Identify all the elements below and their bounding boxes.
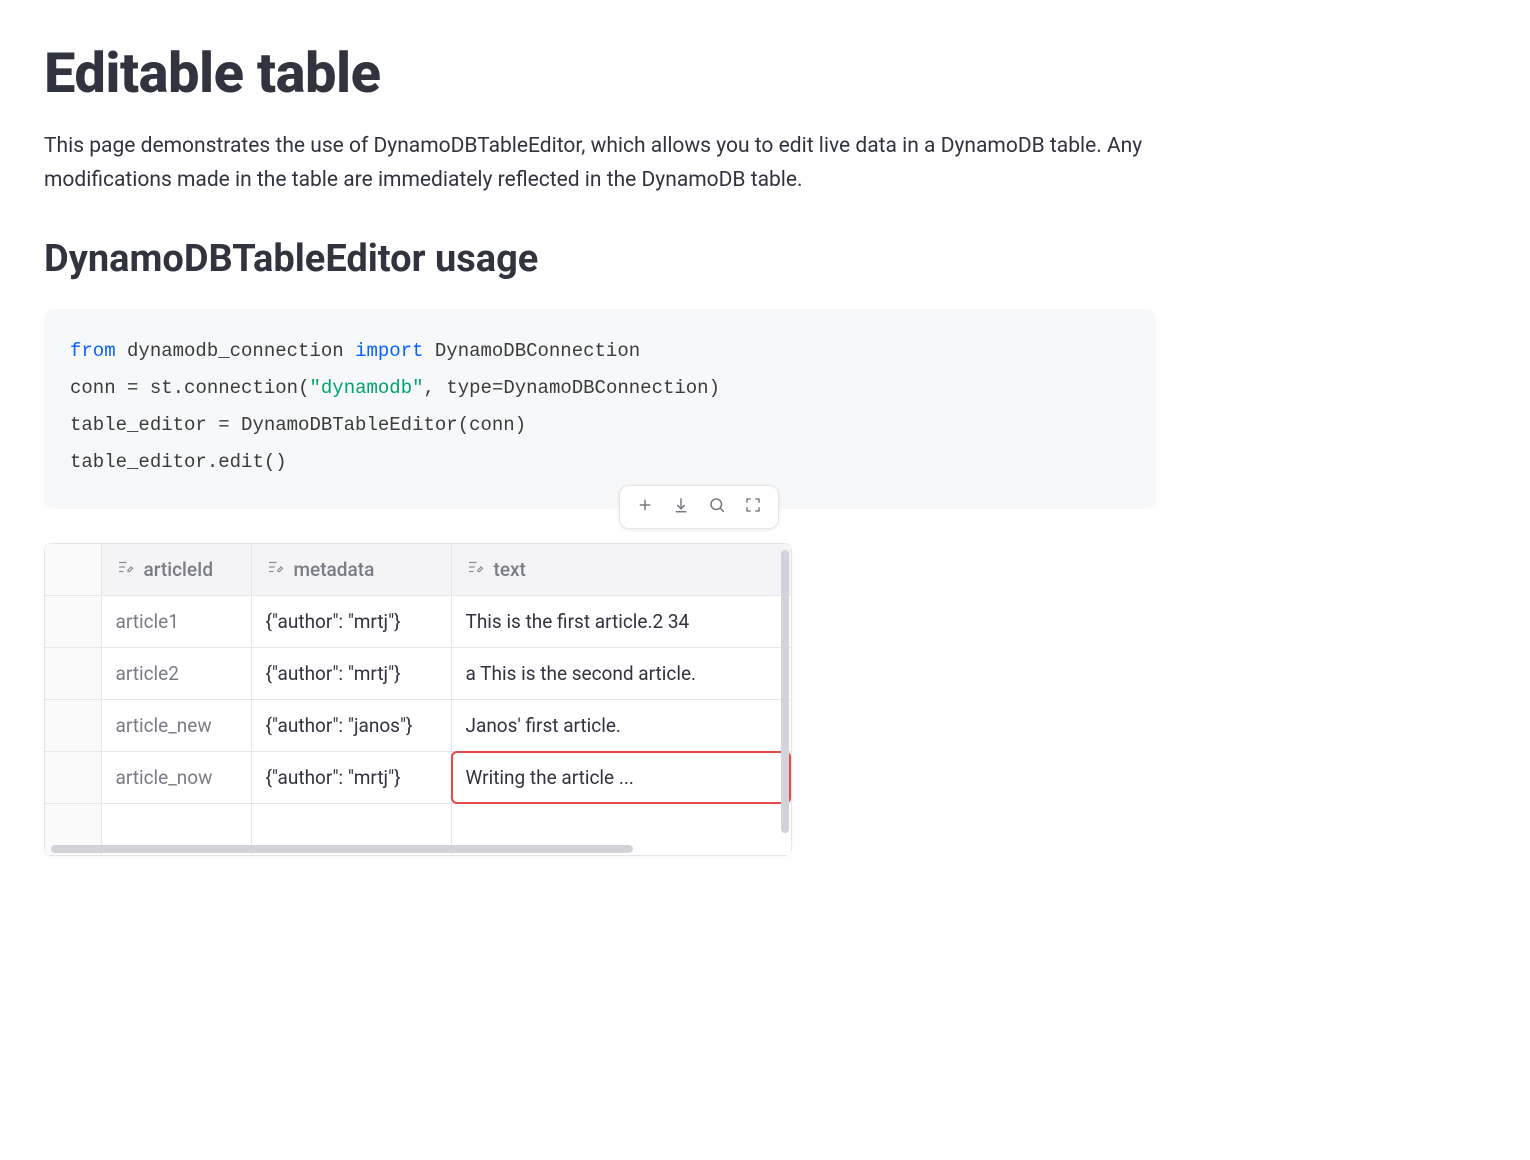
- row-number-cell[interactable]: [45, 700, 101, 752]
- cell-metadata[interactable]: {"author": "mrtj"}: [251, 648, 451, 700]
- code-punc: (: [264, 451, 275, 473]
- cell-metadata[interactable]: {"author": "mrtj"}: [251, 596, 451, 648]
- search-icon: [708, 496, 726, 518]
- download-icon: [672, 496, 690, 518]
- code-punc: ,: [424, 377, 435, 399]
- cell-metadata[interactable]: {"author": "janos"}: [251, 700, 451, 752]
- table-row: article_new{"author": "janos"}Janos' fir…: [45, 700, 791, 752]
- code-string: "dynamodb": [309, 377, 423, 399]
- add-row-button[interactable]: [630, 492, 660, 522]
- code-punc: .: [207, 451, 218, 473]
- horizontal-scrollbar[interactable]: [51, 845, 773, 853]
- cell-text[interactable]: This is the first article.2 34: [451, 596, 791, 648]
- code-punc: ): [709, 377, 720, 399]
- table-row: article_now{"author": "mrtj"}Writing the…: [45, 752, 791, 804]
- code-id: st: [138, 377, 172, 399]
- table-header-row: articleId metadata: [45, 544, 791, 596]
- fullscreen-icon: [744, 496, 762, 518]
- code-id: conn: [469, 414, 515, 436]
- code-module: dynamodb_connection: [116, 340, 355, 362]
- code-class: DynamoDBConnection: [423, 340, 640, 362]
- column-header-metadata[interactable]: metadata: [251, 544, 451, 596]
- horizontal-scrollbar-thumb[interactable]: [51, 845, 633, 853]
- code-eq: =: [127, 377, 138, 399]
- vertical-scrollbar[interactable]: [781, 550, 789, 833]
- row-number-cell[interactable]: [45, 752, 101, 804]
- section-heading: DynamoDBTableEditor usage: [44, 237, 1156, 281]
- editable-column-icon: [466, 558, 484, 581]
- intro-paragraph: This page demonstrates the use of Dynamo…: [44, 130, 1144, 197]
- code-keyword-import: import: [355, 340, 423, 362]
- cell-articleId[interactable]: article_now: [101, 752, 251, 804]
- code-id: table_editor: [70, 414, 218, 436]
- download-button[interactable]: [666, 492, 696, 522]
- code-id: conn: [70, 377, 127, 399]
- column-header-text[interactable]: text: [451, 544, 791, 596]
- code-punc: (: [298, 377, 309, 399]
- cell-text[interactable]: Janos' first article.: [451, 700, 791, 752]
- code-punc: .: [173, 377, 184, 399]
- column-header-articleId[interactable]: articleId: [101, 544, 251, 596]
- column-header-label: text: [494, 558, 526, 581]
- code-punc: (: [458, 414, 469, 436]
- code-eq: =: [492, 377, 503, 399]
- cell-metadata[interactable]: {"author": "mrtj"}: [251, 752, 451, 804]
- code-id: table_editor: [70, 451, 207, 473]
- page-title: Editable table: [44, 40, 1156, 106]
- cell-text[interactable]: a This is the second article.: [451, 648, 791, 700]
- table-row: article1{"author": "mrtj"}This is the fi…: [45, 596, 791, 648]
- row-number-cell[interactable]: [45, 596, 101, 648]
- vertical-scrollbar-thumb[interactable]: [781, 550, 789, 833]
- row-number-header[interactable]: [45, 544, 101, 596]
- data-editor[interactable]: articleId metadata: [44, 543, 792, 856]
- code-punc: ): [275, 451, 286, 473]
- cell-articleId[interactable]: article2: [101, 648, 251, 700]
- cell-text[interactable]: Writing the article ...: [451, 752, 791, 804]
- editable-column-icon: [116, 558, 134, 581]
- table-toolbar: [619, 485, 779, 529]
- table-row: article2{"author": "mrtj"}a This is the …: [45, 648, 791, 700]
- code-keyword-from: from: [70, 340, 116, 362]
- code-id: connection: [184, 377, 298, 399]
- row-number-cell[interactable]: [45, 648, 101, 700]
- code-block[interactable]: from dynamodb_connection import DynamoDB…: [44, 309, 1156, 509]
- code-id: edit: [218, 451, 264, 473]
- cell-articleId[interactable]: article_new: [101, 700, 251, 752]
- code-id: type: [435, 377, 492, 399]
- code-block-container: from dynamodb_connection import DynamoDB…: [44, 309, 1156, 509]
- fullscreen-button[interactable]: [738, 492, 768, 522]
- column-header-label: metadata: [294, 558, 375, 581]
- editable-column-icon: [266, 558, 284, 581]
- search-button[interactable]: [702, 492, 732, 522]
- code-eq: =: [218, 414, 229, 436]
- cell-articleId[interactable]: article1: [101, 596, 251, 648]
- data-table: articleId metadata: [45, 544, 791, 855]
- code-punc: ): [515, 414, 526, 436]
- code-id: DynamoDBTableEditor: [230, 414, 458, 436]
- editing-outline: [451, 751, 792, 804]
- column-header-label: articleId: [144, 558, 214, 581]
- code-id: DynamoDBConnection: [503, 377, 708, 399]
- plus-icon: [636, 496, 654, 518]
